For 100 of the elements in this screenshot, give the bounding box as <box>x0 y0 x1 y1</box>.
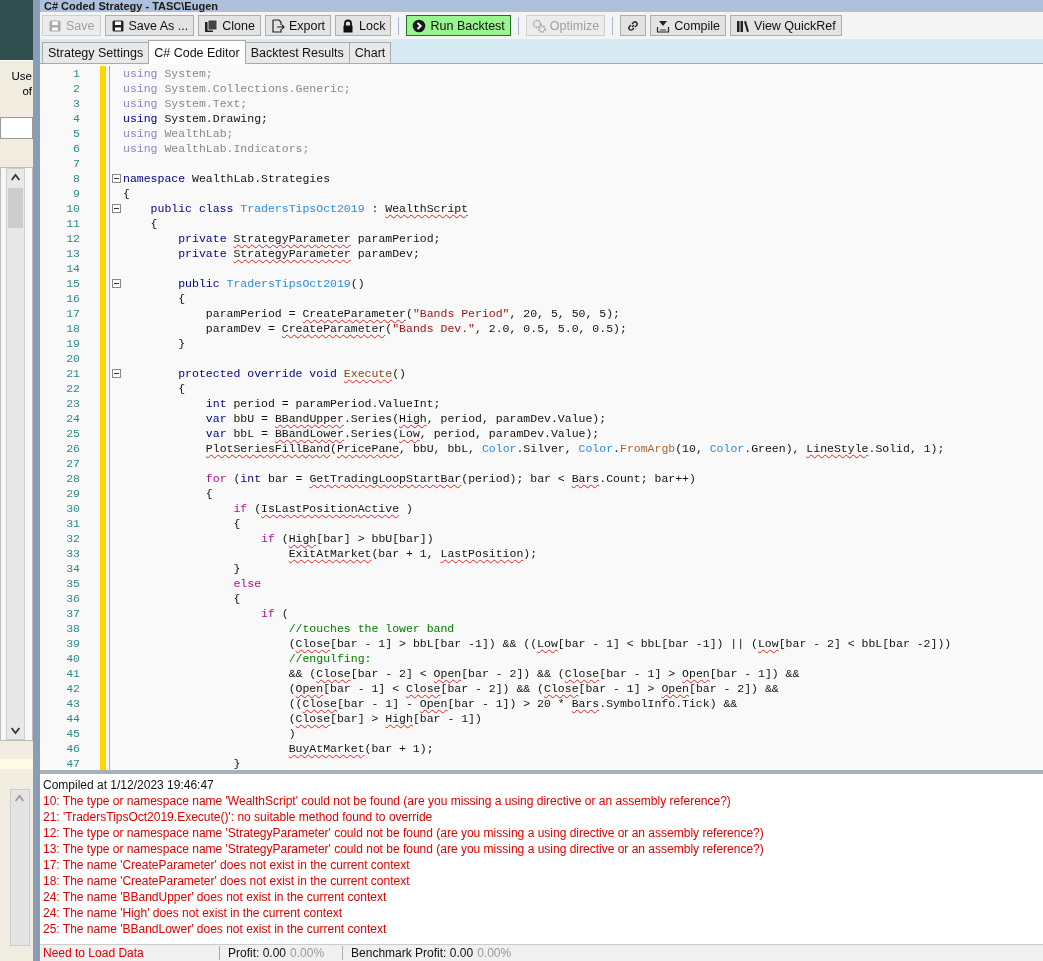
line-number: 16 <box>65 292 81 305</box>
tab[interactable]: Chart <box>348 42 392 63</box>
error-message: 24: The name 'BBandUpper' does not exist in the current context <box>43 889 388 905</box>
code-line: { <box>123 186 130 201</box>
status-text: Need to Load Data <box>43 946 145 960</box>
line-number: 43 <box>65 697 81 710</box>
code-line: if ( <box>260 606 289 621</box>
code-line: { <box>232 516 241 531</box>
code-line: } <box>232 561 241 576</box>
error-message: 21: 'TradersTipsOct2019.Execute()': no suitable method found to override <box>43 809 434 825</box>
line-number: 20 <box>65 352 81 365</box>
line-number: 9 <box>72 187 81 200</box>
error-message: 13: The type or namespace name 'StrategyParameter' could not be found (are you missing a using directive or an assembly reference?) <box>43 841 765 857</box>
line-number: 38 <box>65 622 81 635</box>
code-line: (Close[bar - 1] > bbL[bar -1]) && ((Low[bar - 1] < bbL[bar -1]) || (Low[bar - 2] < bbL[bar -2])) <box>287 636 952 651</box>
line-number: 26 <box>65 442 81 455</box>
code-line: private StrategyParameter paramDev; <box>177 246 420 261</box>
line-number: 15 <box>65 277 81 290</box>
code-line: using System.Drawing; <box>123 111 268 126</box>
line-number: 42 <box>65 682 81 695</box>
line-number: 7 <box>72 157 81 170</box>
code-line: public class TradersTipsOct2019 : WealthScript <box>149 201 469 216</box>
code-line: BuyAtMarket(bar + 1); <box>287 741 434 756</box>
line-number: 30 <box>65 502 81 515</box>
line-number: 29 <box>65 487 81 500</box>
line-number: 34 <box>65 562 81 575</box>
code-line: for (int bar = GetTradingLoopStartBar(period); bar < Bars.Count; bar++) <box>204 471 696 486</box>
line-number: 3 <box>72 97 81 110</box>
tab[interactable]: C# Code Editor <box>148 40 246 64</box>
error-message: 17: The name 'CreateParameter' does not exist in the current context <box>43 857 411 873</box>
line-number: 46 <box>65 742 81 755</box>
line-number: 44 <box>65 712 81 725</box>
profit-percent: 0.00% <box>290 946 325 960</box>
line-number: 39 <box>65 637 81 650</box>
toolbar-button[interactable]: Run Backtest <box>406 15 511 36</box>
toolbar-button[interactable]: Lock <box>335 15 392 36</box>
profit-text: Profit: 0.00 <box>228 946 287 960</box>
code-line: } <box>177 336 186 351</box>
line-number: 5 <box>72 127 81 140</box>
code-line: else <box>232 576 262 591</box>
code-line: //touches the lower band <box>287 621 455 636</box>
line-number: 18 <box>65 322 81 335</box>
error-message: 12: The type or namespace name 'StrategyParameter' could not be found (are you missing a using directive or an assembly reference?) <box>43 825 765 841</box>
toolbar-button[interactable]: Save As ... <box>104 15 195 36</box>
code-line: using System.Collections.Generic; <box>123 81 351 96</box>
code-line: { <box>149 216 158 231</box>
code-line: int period = paramPeriod.ValueInt; <box>204 396 441 411</box>
benchmark-profit-text: Benchmark Profit: 0.00 <box>351 946 474 960</box>
tab[interactable]: Strategy Settings <box>42 42 150 63</box>
code-line: { <box>177 381 186 396</box>
code-line: (Close[bar] > High[bar - 1]) <box>287 711 482 726</box>
line-number: 27 <box>65 457 81 470</box>
code-line: (Open[bar - 1] < Close[bar - 2]) && (Close[bar - 1] > Open[bar - 2]) && <box>287 681 779 696</box>
toolbar-button[interactable]: Export <box>264 15 332 36</box>
line-number: 45 <box>65 727 81 740</box>
panel-text: Use <box>11 69 32 84</box>
line-number: 25 <box>65 427 81 440</box>
line-number: 19 <box>65 337 81 350</box>
code-line: using System.Text; <box>123 96 248 111</box>
code-line: var bbU = BBandUpper.Series(High, period, paramDev.Value); <box>204 411 607 426</box>
code-line: ExitAtMarket(bar + 1, LastPosition); <box>287 546 538 561</box>
line-number: 40 <box>65 652 81 665</box>
tab[interactable]: Backtest Results <box>244 42 350 63</box>
toolbar-button[interactable]: View QuickRef <box>730 15 842 36</box>
window-title: C# Coded Strategy - TASC\Eugen <box>43 0 218 12</box>
code-line: var bbL = BBandLower.Series(Low, period, paramDev.Value); <box>204 426 600 441</box>
code-line: if (IsLastPositionActive ) <box>232 501 413 516</box>
line-number: 21 <box>65 367 81 380</box>
code-line: ) <box>287 726 296 741</box>
line-number: 13 <box>65 247 81 260</box>
line-number: 17 <box>65 307 81 320</box>
line-number: 24 <box>65 412 81 425</box>
line-number: 10 <box>65 202 81 215</box>
toolbar-button[interactable]: Clone <box>198 15 261 36</box>
code-line: } <box>232 756 241 770</box>
code-line: using WealthLab; <box>123 126 234 141</box>
code-line: paramPeriod = CreateParameter("Bands Period", 20, 5, 50, 5); <box>204 306 620 321</box>
error-message: 24: The name 'High' does not exist in the current context <box>43 905 344 921</box>
line-number: 8 <box>72 172 81 185</box>
code-line: private StrategyParameter paramPeriod; <box>177 231 441 246</box>
toolbar-button[interactable]: Compile <box>650 15 726 36</box>
line-number: 28 <box>65 472 81 485</box>
code-line: protected override void Execute() <box>177 366 406 381</box>
line-number: 14 <box>65 262 81 275</box>
code-line: public TradersTipsOct2019() <box>177 276 365 291</box>
line-number: 33 <box>65 547 81 560</box>
line-number: 4 <box>72 112 81 125</box>
line-number: 35 <box>65 577 81 590</box>
benchmark-percent: 0.00% <box>477 946 512 960</box>
line-number: 11 <box>65 217 81 230</box>
error-message: 18: The name 'CreateParameter' does not exist in the current context <box>43 873 411 889</box>
line-number: 32 <box>65 532 81 545</box>
code-line: { <box>204 486 213 501</box>
panel-text: of <box>22 84 32 99</box>
error-message: 10: The type or namespace name 'WealthScript' could not be found (are you missing a using directive or an assembly reference?) <box>43 793 732 809</box>
code-line: && (Close[bar - 2] < Open[bar - 2]) && (Close[bar - 1] > Open[bar - 1]) && <box>287 666 800 681</box>
code-line: if (High[bar] > bbU[bar]) <box>260 531 434 546</box>
code-line: { <box>177 291 186 306</box>
code-line: using System; <box>123 66 213 81</box>
code-line: PlotSeriesFillBand(PricePane, bbU, bbL, Color.Silver, Color.FromArgb(10, Color.Green), LineStyle.Solid, 1); <box>204 441 945 456</box>
